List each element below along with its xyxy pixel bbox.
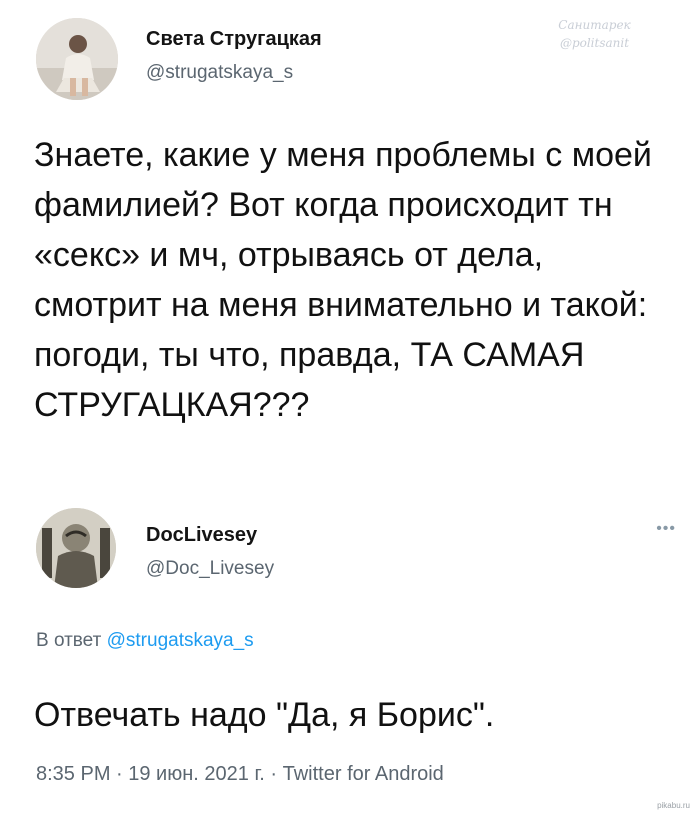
tweet-meta: 8:35 PM · 19 июн. 2021 г. · Twitter for …	[36, 763, 444, 785]
source-label: pikabu.ru	[657, 801, 690, 810]
doctor-portrait-avatar[interactable]	[36, 508, 116, 588]
original-tweet: Света Стругацкая @strugatskaya_s Знаете,…	[0, 0, 700, 500]
author-name[interactable]: Света Стругацкая	[146, 28, 322, 51]
reply-to-handle-link[interactable]: @strugatskaya_s	[107, 630, 254, 651]
reply-prefix: В ответ	[36, 630, 102, 651]
user-photo-avatar[interactable]	[36, 18, 118, 100]
reply-text: Отвечать надо "Да, я Борис".	[34, 696, 495, 734]
reply-author-handle[interactable]: @Doc_Livesey	[146, 558, 274, 580]
more-dots-icon[interactable]: •••	[656, 520, 676, 538]
reply-context: В ответ @strugatskaya_s	[36, 630, 254, 652]
tweet-text: Знаете, какие у меня проблемы с моей фам…	[34, 136, 652, 424]
author-handle[interactable]: @strugatskaya_s	[146, 62, 293, 84]
reply-author-name[interactable]: DocLivesey	[146, 524, 257, 547]
